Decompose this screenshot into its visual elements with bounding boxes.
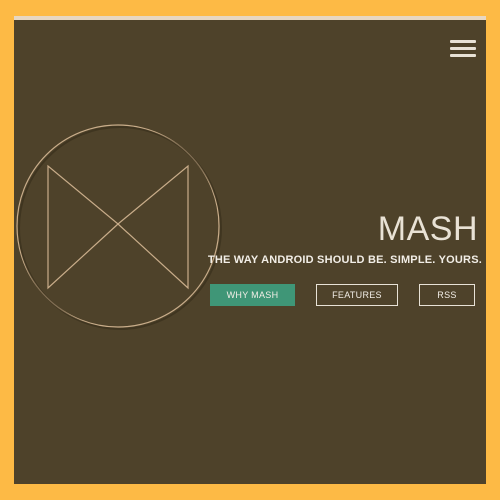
hero-section: MASH THE WAY ANDROID SHOULD BE. SIMPLE. … xyxy=(14,16,486,484)
tagline: THE WAY ANDROID SHOULD BE. SIMPLE. YOURS… xyxy=(207,254,482,266)
mash-logo-icon xyxy=(16,124,222,330)
menu-line xyxy=(450,47,476,50)
menu-line xyxy=(450,40,476,43)
page-title: MASH xyxy=(377,210,478,248)
why-mash-button[interactable]: WHY MASH xyxy=(210,284,295,306)
top-strip xyxy=(14,16,486,20)
hamburger-menu-icon[interactable] xyxy=(450,38,476,58)
menu-line xyxy=(450,54,476,57)
features-button[interactable]: FEATURES xyxy=(316,284,398,306)
rss-button[interactable]: RSS xyxy=(419,284,475,306)
